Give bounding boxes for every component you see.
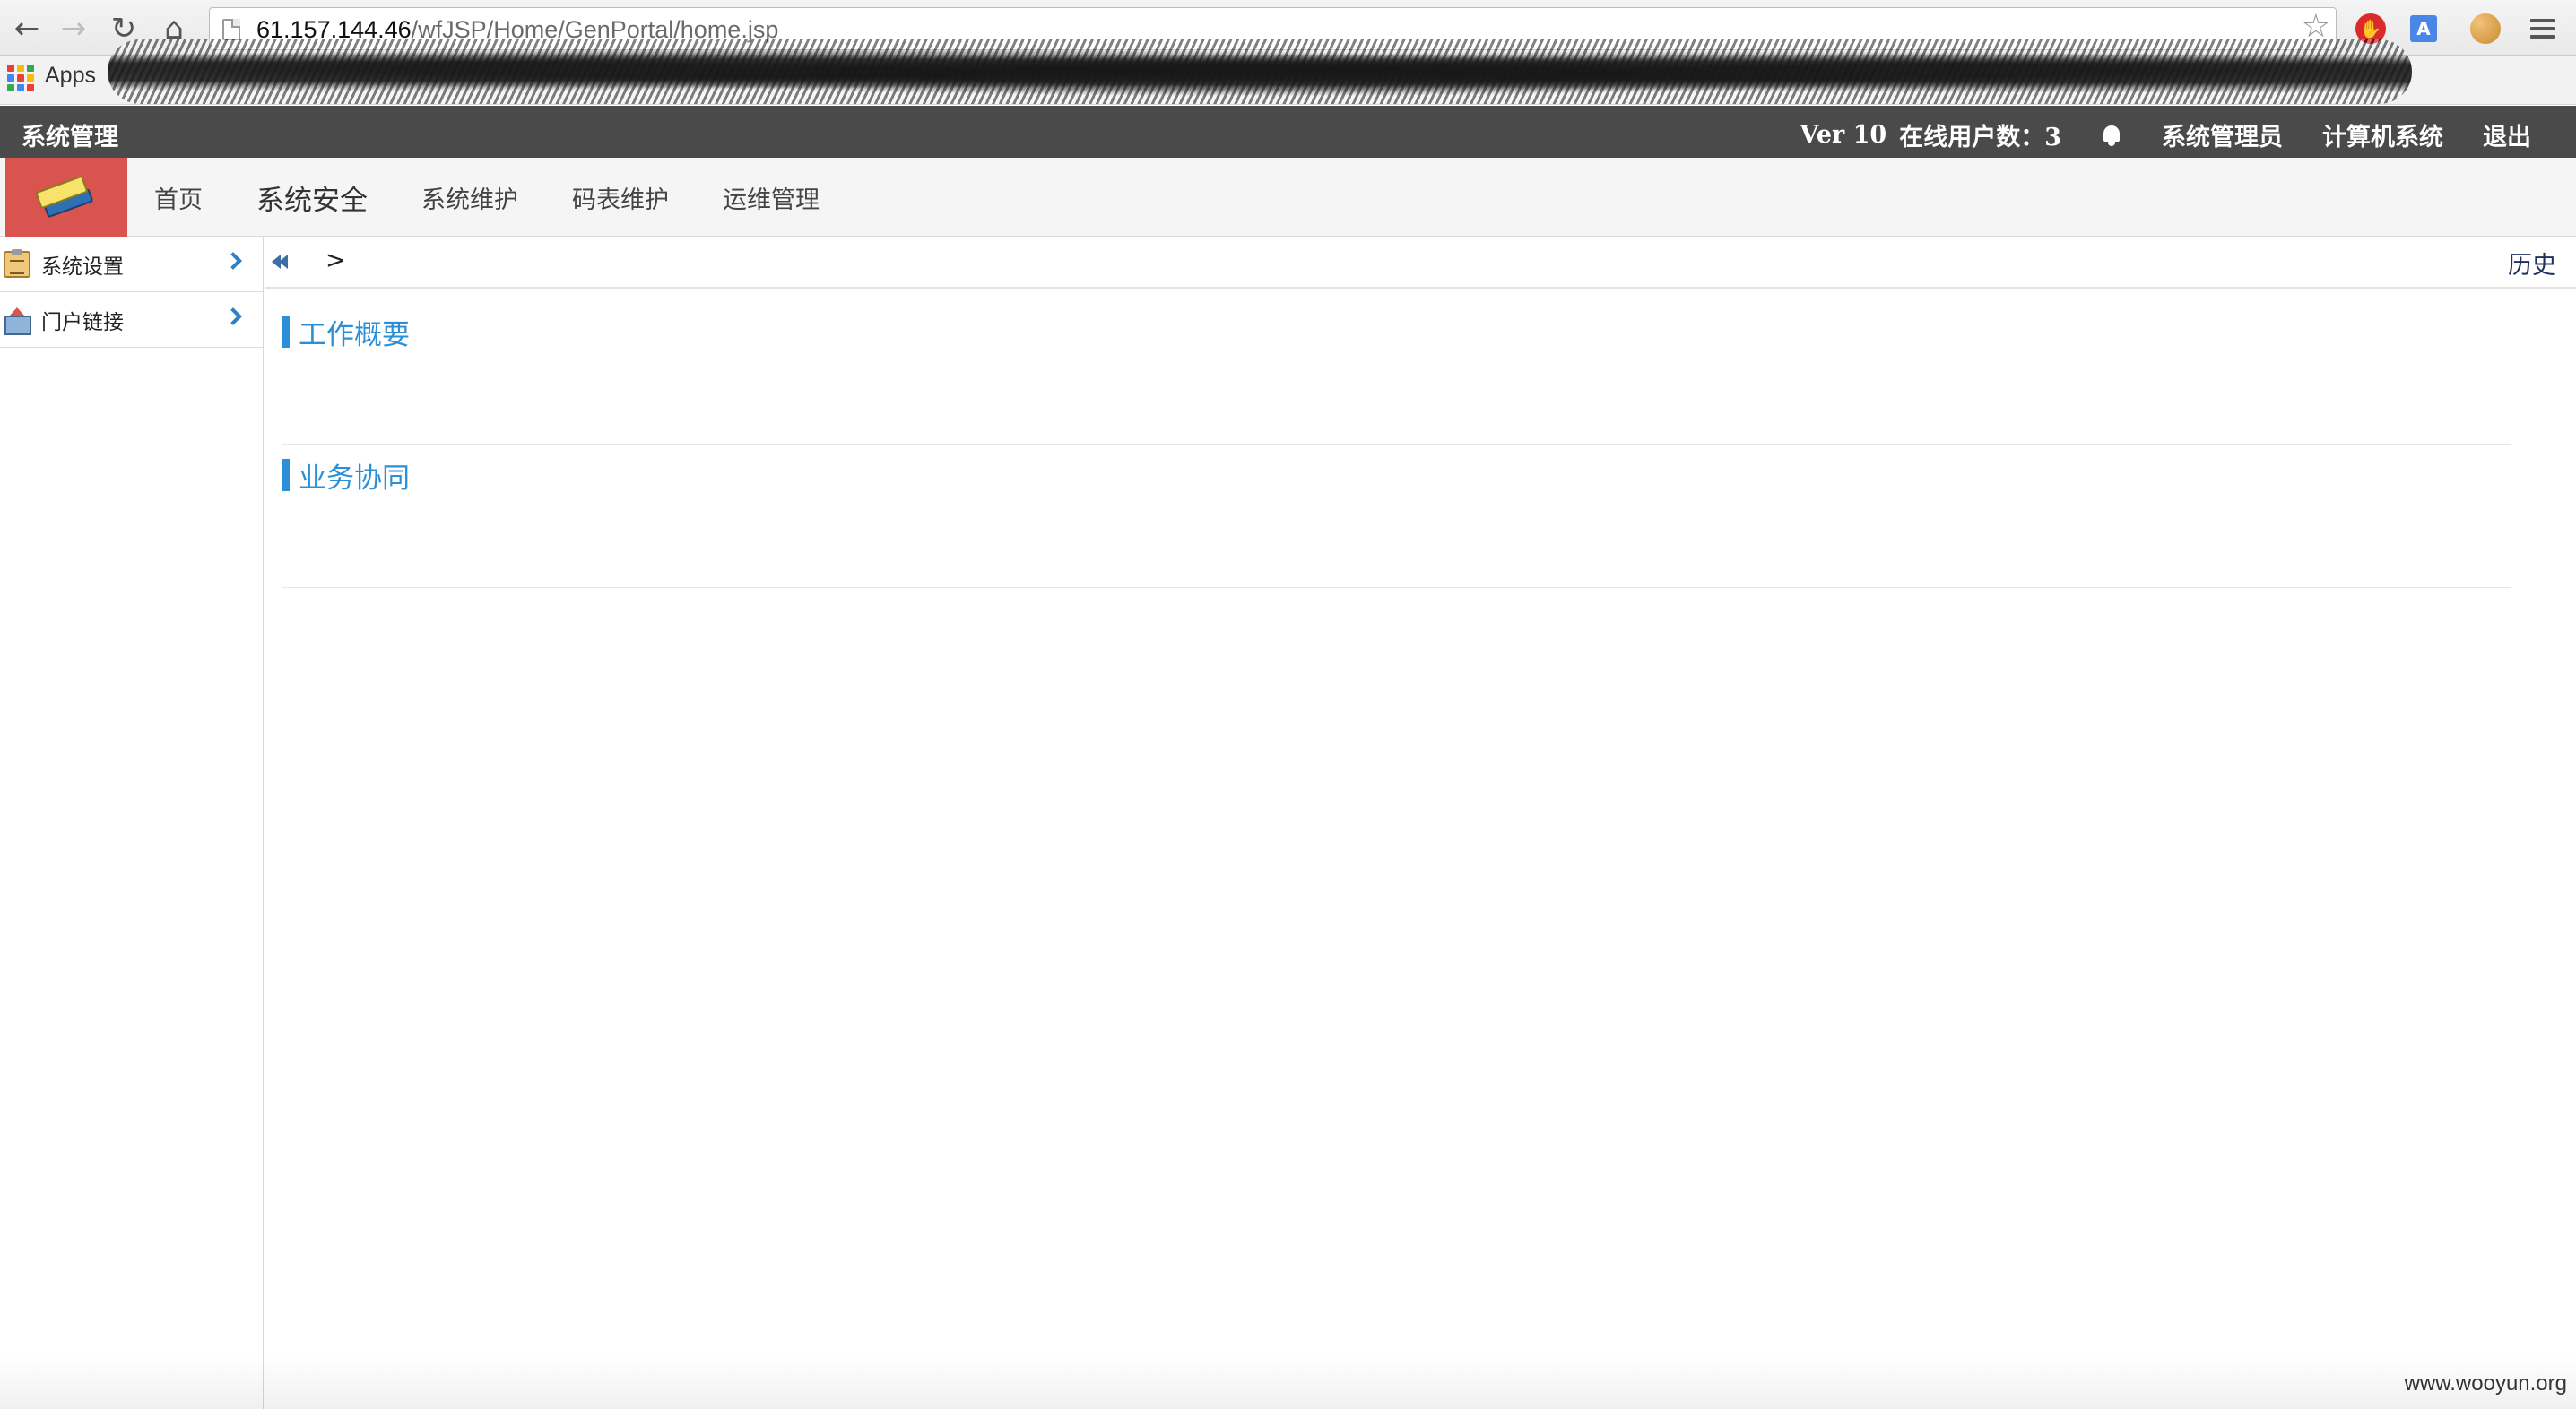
department-link[interactable]: 计算机系统 bbox=[2322, 117, 2443, 152]
watermark-text: www.wooyun.org bbox=[2404, 1371, 2567, 1396]
online-users-label: 在线用户数：3 bbox=[1899, 124, 2061, 151]
section-accent-bar bbox=[282, 316, 290, 348]
section-title: 业务协同 bbox=[299, 462, 410, 495]
books-icon bbox=[33, 169, 100, 226]
browser-menu-icon[interactable] bbox=[2525, 11, 2561, 47]
section-accent-bar bbox=[282, 459, 290, 491]
menu-item-home[interactable]: 首页 bbox=[154, 180, 203, 215]
house-icon bbox=[4, 307, 31, 335]
sidebar-item-portal-links[interactable]: 门户链接 bbox=[0, 292, 263, 348]
breadcrumb-separator: > bbox=[325, 246, 346, 274]
header-user-area: Ver 10 在线用户数：3 系统管理员 计算机系统 退出 bbox=[1800, 117, 2531, 152]
sidebar: 系统设置 门户链接 bbox=[0, 237, 264, 1409]
chevron-right-icon bbox=[224, 307, 242, 325]
cookie-extension-icon[interactable] bbox=[2468, 11, 2503, 47]
main-menu: 首页 系统安全 系统维护 码表维护 运维管理 bbox=[154, 158, 873, 237]
collapse-sidebar-icon[interactable] bbox=[270, 251, 293, 272]
user-name-link[interactable]: 系统管理员 bbox=[2162, 117, 2283, 152]
version-label: Ver 10 bbox=[1800, 121, 1887, 149]
forward-arrow-icon[interactable]: → bbox=[54, 9, 93, 48]
chevron-right-icon bbox=[224, 252, 242, 270]
section-work-summary: 工作概要 bbox=[282, 301, 2511, 445]
menu-item-system-security[interactable]: 系统安全 bbox=[256, 177, 368, 218]
breadcrumb: > 历史 bbox=[265, 237, 2576, 289]
sidebar-item-label: 系统设置 bbox=[41, 255, 124, 279]
history-link[interactable]: 历史 bbox=[2508, 246, 2556, 281]
system-title: 系统管理 bbox=[22, 124, 118, 151]
sidebar-item-label: 门户链接 bbox=[41, 310, 124, 334]
section-title: 工作概要 bbox=[299, 319, 410, 351]
bottom-shadow bbox=[0, 1355, 2576, 1409]
menu-item-code-table[interactable]: 码表维护 bbox=[572, 180, 669, 215]
section-business-collaboration: 业务协同 bbox=[282, 445, 2511, 588]
clipboard-icon bbox=[4, 248, 30, 278]
sidebar-item-system-settings[interactable]: 系统设置 bbox=[0, 237, 263, 292]
back-arrow-icon[interactable]: ← bbox=[7, 9, 47, 48]
logout-link[interactable]: 退出 bbox=[2483, 117, 2531, 152]
app-header-bar: 系统管理 Ver 10 在线用户数：3 系统管理员 计算机系统 退出 bbox=[0, 106, 2576, 158]
app-logo[interactable] bbox=[5, 158, 127, 237]
apps-bookmark-label[interactable]: Apps bbox=[45, 63, 96, 89]
bookmark-star-icon[interactable]: ☆ bbox=[2302, 11, 2330, 43]
bell-icon[interactable] bbox=[2101, 124, 2122, 147]
menu-item-operations[interactable]: 运维管理 bbox=[723, 180, 820, 215]
version-info: Ver 10 在线用户数：3 bbox=[1800, 117, 2061, 152]
translate-extension-icon[interactable]: A bbox=[2406, 11, 2442, 47]
apps-grid-icon[interactable] bbox=[7, 65, 34, 91]
menu-item-system-maintenance[interactable]: 系统维护 bbox=[421, 180, 518, 215]
redacted-region bbox=[108, 39, 2412, 104]
page-icon bbox=[222, 19, 240, 40]
